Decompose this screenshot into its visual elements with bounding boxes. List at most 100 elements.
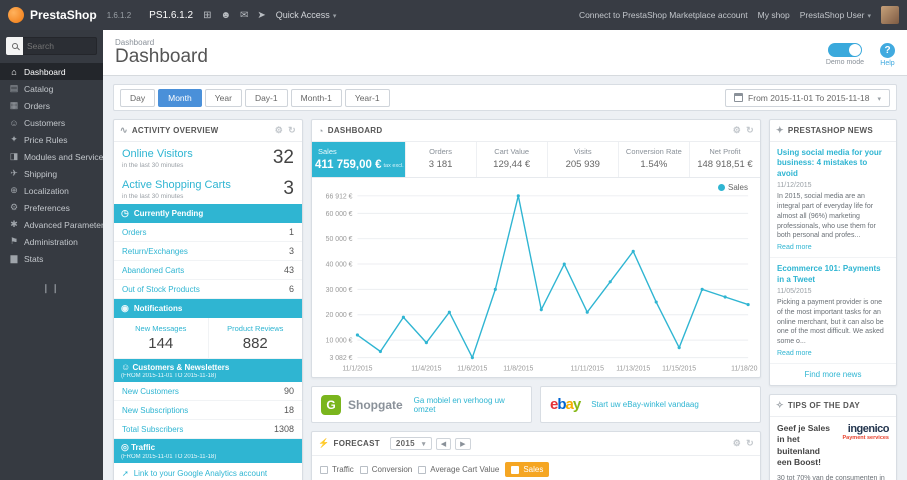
stats-icon: ▆ <box>10 253 18 263</box>
help-label[interactable]: Help <box>880 60 894 67</box>
chart-legend[interactable]: Sales <box>717 183 748 192</box>
shop-name[interactable]: PS1.6.1.2 <box>149 10 193 21</box>
demo-mode-toggle[interactable] <box>827 42 862 57</box>
module-promo-shopgate[interactable]: Shopgate Ga mobiel en verhoog uw omzet <box>311 386 532 424</box>
active-carts-stat[interactable]: Active Shopping Carts in the last 30 min… <box>114 173 302 204</box>
forecast-prev-button[interactable]: ◀ <box>435 437 452 450</box>
kpi-conversion-rate[interactable]: Conversion Rate 1.54% <box>619 142 690 177</box>
customers-row[interactable]: Total Subscribers 1308 <box>114 420 302 440</box>
help-icon[interactable]: ? <box>880 42 895 58</box>
sidebar-item-localization[interactable]: ⊕ Localization <box>0 182 103 199</box>
notification-cell[interactable]: Product Reviews 882 <box>207 318 303 359</box>
svg-text:66 912 €: 66 912 € <box>326 193 353 200</box>
search-input[interactable] <box>23 37 97 55</box>
range-button-year-1[interactable]: Year-1 <box>344 88 390 107</box>
module-promo-ebay[interactable]: ebay Start uw eBay-winkel vandaag <box>540 386 761 424</box>
advanced-parameters-icon: ✱ <box>10 219 18 229</box>
online-visitors-stat[interactable]: Online Visitors in the last 30 minutes 3… <box>114 142 302 173</box>
date-filter-bar: Day Month Year Day-1 Month-1 Year-1 From 2015… <box>113 84 897 111</box>
pending-row[interactable]: Orders 1 <box>114 223 302 243</box>
checkbox-icon <box>418 465 427 474</box>
range-button-month[interactable]: Month <box>158 88 202 107</box>
sidebar-item-dashboard[interactable]: ⌂ Dashboard <box>0 63 103 80</box>
ebay-promo-link[interactable]: Start uw eBay-winkel vandaag <box>591 400 699 409</box>
panel-settings-icon[interactable]: ⚙ <box>733 125 741 136</box>
panel-refresh-icon[interactable]: ↻ <box>746 125 754 136</box>
mail-icon[interactable]: ✉ <box>240 10 248 21</box>
quick-access-menu[interactable]: Quick Access <box>276 10 337 20</box>
kpi-cart-value[interactable]: Cart Value 129,44 € <box>477 142 548 177</box>
sidebar-item-stats[interactable]: ▆ Stats <box>0 250 103 267</box>
tip-body: 30 tot 70% van de consumenten in Europa … <box>777 474 885 480</box>
orders-icon: ▦ <box>9 100 19 110</box>
sidebar-item-catalog[interactable]: ▤ Catalog <box>0 80 103 97</box>
sidebar-collapse-button[interactable]: ❙❙ <box>0 283 103 294</box>
forecast-year-select[interactable]: 2015 <box>389 437 432 451</box>
range-button-day[interactable]: Day <box>120 88 156 107</box>
customers-row[interactable]: New Subscriptions 18 <box>114 401 302 421</box>
panel-refresh-icon[interactable]: ↻ <box>288 125 296 136</box>
kpi-orders[interactable]: Orders 3 181 <box>406 142 477 177</box>
tip-icon: ✧ <box>776 399 784 410</box>
chevron-down-icon <box>419 439 426 448</box>
article-headline[interactable]: Ecommerce 101: Payments in a Tweet <box>777 264 889 285</box>
shopgate-logo-icon <box>321 394 341 415</box>
forecast-next-button[interactable]: ▶ <box>455 437 471 450</box>
sidebar-item-orders[interactable]: ▦ Orders <box>0 97 103 114</box>
notification-cell[interactable]: New Messages 144 <box>114 318 208 358</box>
panel-settings-icon[interactable]: ⚙ <box>275 125 283 136</box>
forecast-legend-conversion[interactable]: Conversion <box>359 465 412 474</box>
traffic-icon: ◎ <box>121 442 129 453</box>
range-button-year[interactable]: Year <box>204 88 242 107</box>
date-range-button[interactable]: From 2015-11-01 To 2015-11-18 <box>725 88 890 107</box>
read-more-link[interactable]: Read more <box>777 244 812 251</box>
forecast-legend-average-cart-value[interactable]: Average Cart Value <box>418 465 499 474</box>
sidebar-item-preferences[interactable]: ⚙ Preferences <box>0 199 103 216</box>
sidebar-item-advanced-parameters[interactable]: ✱ Advanced Parameters <box>0 216 103 233</box>
forecast-legend-sales[interactable]: Sales <box>505 462 550 478</box>
panel-settings-icon[interactable]: ⚙ <box>733 438 741 449</box>
user-menu[interactable]: PrestaShop User <box>800 10 871 20</box>
range-button-month-1[interactable]: Month-1 <box>290 88 342 107</box>
panel-refresh-icon[interactable]: ↻ <box>746 438 754 449</box>
administration-icon: ⚑ <box>9 236 19 246</box>
read-more-link[interactable]: Read more <box>777 350 812 357</box>
sidebar-item-customers[interactable]: ☺ Customers <box>0 114 103 131</box>
kpi-net-profit[interactable]: Net Profit 148 918,51 € <box>690 142 760 177</box>
active-carts-value: 3 <box>283 178 294 200</box>
pending-row[interactable]: Abandoned Carts 43 <box>114 261 302 281</box>
shopgate-promo-link[interactable]: Ga mobiel en verhoog uw omzet <box>414 396 522 414</box>
forecast-panel: ⚡ FORECAST 2015 ◀ ▶ ⚙ ↻ TrafficCon <box>311 431 761 480</box>
chevron-down-icon <box>874 93 881 103</box>
pending-row[interactable]: Return/Exchanges 3 <box>114 242 302 262</box>
article-headline[interactable]: Using social media for your business: 4 … <box>777 148 889 179</box>
find-more-news-link[interactable]: Find more news <box>770 364 896 385</box>
pending-row[interactable]: Out of Stock Products 6 <box>114 280 302 300</box>
prestashop-logo-icon[interactable] <box>8 7 24 23</box>
marketplace-link[interactable]: Connect to PrestaShop Marketplace accoun… <box>579 10 748 20</box>
sidebar-item-price-rules[interactable]: ✦ Price Rules <box>0 131 103 148</box>
rocket-icon[interactable]: ➤ <box>257 10 265 21</box>
news-article: Ecommerce 101: Payments in a Tweet 11/05/… <box>770 258 896 364</box>
sidebar-item-shipping[interactable]: ✈ Shipping <box>0 165 103 182</box>
cart-icon[interactable]: ⊞ <box>203 10 211 21</box>
profile-icon[interactable]: ☻ <box>220 10 231 21</box>
forecast-legend-traffic[interactable]: Traffic <box>320 465 354 474</box>
user-avatar[interactable] <box>881 6 899 24</box>
sidebar-item-administration[interactable]: ⚑ Administration <box>0 233 103 250</box>
checkbox-icon <box>320 465 328 474</box>
google-analytics-link[interactable]: ➚ Link to your Google Analytics account <box>114 463 302 480</box>
my-shop-link[interactable]: My shop <box>758 10 790 20</box>
preferences-icon: ⚙ <box>9 202 19 212</box>
dashboard-panel: ◔ DASHBOARD ⚙ ↻ Sales 411 759,00 € tax exc… <box>311 119 765 379</box>
search-scope-button[interactable] <box>6 37 23 55</box>
article-date: 11/12/2015 <box>777 182 812 190</box>
svg-text:11/18/2015: 11/18/2015 <box>731 365 758 372</box>
sidebar-item-modules-and-services[interactable]: ◨ Modules and Services <box>0 148 103 165</box>
kpi-sales[interactable]: Sales 411 759,00 € tax excl. <box>312 142 406 177</box>
kpi-visits[interactable]: Visits 205 939 <box>548 142 619 177</box>
svg-text:40 000 €: 40 000 € <box>326 261 353 268</box>
customers-row[interactable]: New Customers 90 <box>114 382 302 402</box>
dashboard-icon: ◔ <box>318 125 324 136</box>
range-button-day-1[interactable]: Day-1 <box>244 88 288 107</box>
